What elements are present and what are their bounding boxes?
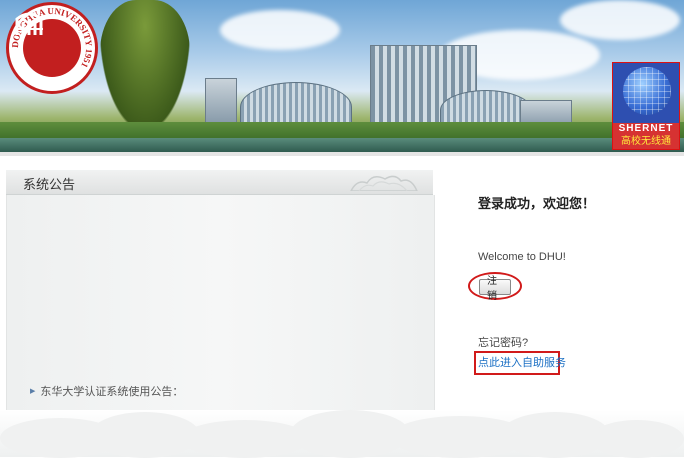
logout-button[interactable]: 注销 [479,276,511,302]
university-logo: DONGHUA UNIVERSITY 1951 [6,2,98,94]
partner-brand: SHERNET [613,123,679,135]
shernet-logo: SHERNET 高校无线通 [612,62,680,150]
forgot-password-label: 忘记密码? [478,337,529,349]
cloud-icon [350,175,418,191]
footer-decoration [0,410,684,458]
globe-icon [623,67,671,115]
banner-divider [0,152,684,156]
self-service-link[interactable]: 点此进入自助服务 [474,351,566,375]
welcome-text: Welcome to DHU! [478,251,566,263]
triangle-right-icon: ▶ [30,388,36,395]
partner-subtitle: 高校无线通 [613,135,679,149]
header-banner: DONGHUA UNIVERSITY 1951 SHERNET 高校无线通 [0,0,684,152]
login-success-message: 登录成功，欢迎您！ [478,196,596,211]
notice-panel-body [6,195,435,410]
notice-panel: 系统公告 ▶ 东华大学认证系统使用公告： [6,170,435,410]
notice-list-item[interactable]: ▶ 东华大学认证系统使用公告： [30,383,183,399]
notice-panel-header: 系统公告 [6,170,433,195]
notice-item-label[interactable]: 东华大学认证系统使用公告： [40,383,183,399]
notice-title: 系统公告 [23,177,76,192]
